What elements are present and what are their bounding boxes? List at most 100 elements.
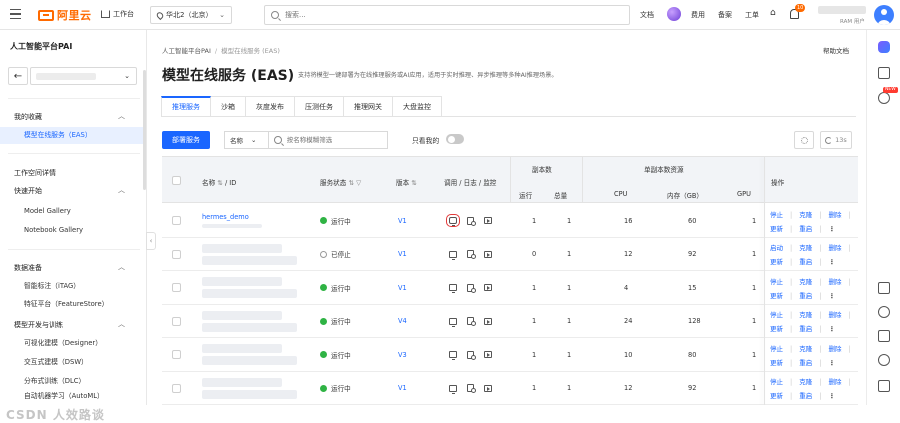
name-filter[interactable] — [268, 131, 388, 149]
document-icon[interactable] — [878, 282, 890, 294]
service-name-link[interactable] — [202, 277, 282, 286]
service-name-link[interactable] — [202, 243, 282, 253]
monitor-icon[interactable] — [484, 317, 492, 325]
gear-icon[interactable] — [878, 354, 890, 366]
invoke-icon[interactable] — [449, 351, 457, 360]
row-checkbox[interactable] — [172, 305, 181, 338]
op-stop-start[interactable]: 停止 — [770, 378, 783, 386]
billing-link[interactable]: 费用 — [691, 10, 705, 20]
op-clone[interactable]: 克隆 — [799, 211, 812, 219]
sidebar-item-eas[interactable]: 模型在线服务（EAS） — [0, 127, 146, 144]
op-clone[interactable]: 克隆 — [799, 345, 812, 353]
op-clone[interactable]: 克隆 — [799, 244, 812, 252]
refresh-button[interactable]: 13s — [820, 131, 852, 149]
op-update[interactable]: 更新 — [770, 359, 783, 367]
op-restart[interactable]: 重启 — [799, 325, 812, 333]
version-link[interactable]: V4 — [398, 317, 407, 325]
table-row[interactable]: 运行中 V1 1 1 4 15 1 停止 | 克隆 | 删除 | 更新 | 重启 | ⋮ — [162, 271, 858, 305]
image-icon[interactable] — [878, 330, 890, 342]
workbench-link[interactable]: 工作台 — [101, 9, 134, 19]
region-selector[interactable]: 华北2（北京） ⌄ — [150, 6, 232, 24]
ai-assistant-icon[interactable] — [667, 7, 681, 21]
monitor-icon[interactable] — [484, 351, 492, 358]
notes-icon[interactable] — [878, 67, 890, 79]
deploy-service-button[interactable]: 部署服务 — [162, 131, 210, 149]
support-icon[interactable] — [878, 306, 890, 318]
workspace-selector[interactable]: ⌄ — [30, 67, 137, 85]
more-icon[interactable]: ⋮ — [828, 325, 835, 333]
op-stop-start[interactable]: 停止 — [770, 278, 783, 286]
sidebar-item-dsw[interactable]: 交互式建模（DSW） — [0, 354, 146, 371]
row-checkbox[interactable] — [172, 204, 181, 237]
row-checkbox[interactable] — [172, 372, 181, 405]
sidebar-item-model-gallery[interactable]: Model Gallery — [0, 203, 146, 220]
service-name-link[interactable]: hermes_demo — [202, 213, 249, 221]
more-icon[interactable]: ⋮ — [828, 392, 835, 400]
op-restart[interactable]: 重启 — [799, 225, 812, 233]
monitor-icon[interactable] — [484, 284, 492, 291]
sidebar-item-automl[interactable]: 自动机器学习（AutoML） — [0, 388, 146, 405]
group-data-prep[interactable]: 数据准备 — [14, 263, 42, 273]
tab-sandbox[interactable]: 沙箱 — [211, 96, 246, 117]
header-status[interactable]: 服务状态 ⇅ ▽ — [320, 177, 361, 187]
table-row[interactable]: 运行中 V4 1 1 24 128 1 停止 | 克隆 | 删除 | 更新 | 重启 | ⋮ — [162, 305, 858, 338]
ticket-link[interactable]: 工单 — [745, 10, 759, 20]
invoke-icon[interactable] — [449, 284, 457, 293]
tab-stress-test[interactable]: 压测任务 — [295, 96, 344, 117]
op-update[interactable]: 更新 — [770, 225, 783, 233]
version-link[interactable]: V1 — [398, 217, 407, 225]
version-link[interactable]: V3 — [398, 351, 407, 359]
monitor-icon[interactable] — [484, 250, 492, 258]
table-row[interactable]: 运行中 V1 1 1 12 92 1 停止 | 克隆 | 删除 | 更新 | 重启 | ⋮ — [162, 372, 858, 405]
version-link[interactable]: V1 — [398, 284, 407, 292]
group-model-dev[interactable]: 模型开发与训练 — [14, 320, 63, 330]
settings-button[interactable] — [794, 131, 814, 149]
sidebar-item-notebook-gallery[interactable]: Notebook Gallery — [0, 222, 146, 239]
invoke-icon[interactable] — [449, 250, 457, 260]
chevron-up-icon[interactable]: ︿ — [118, 185, 125, 195]
table-row[interactable]: 已停止 V1 0 1 12 92 1 启动 | 克隆 | 删除 | 更新 | 重启 | ⋮ — [162, 238, 858, 271]
more-icon[interactable]: ⋮ — [828, 359, 835, 367]
op-stop-start[interactable]: 停止 — [770, 211, 783, 219]
version-link[interactable]: V1 — [398, 250, 407, 258]
op-delete[interactable]: 删除 — [828, 378, 841, 386]
user-name[interactable] — [818, 6, 866, 14]
op-stop-start[interactable]: 启动 — [770, 244, 783, 252]
version-link[interactable]: V1 — [398, 384, 407, 392]
group-favorites[interactable]: 我的收藏 — [14, 112, 42, 122]
log-icon[interactable] — [467, 216, 476, 226]
tab-inference-gateway[interactable]: 推理网关 — [344, 96, 393, 117]
row-checkbox[interactable] — [172, 238, 181, 271]
edit-icon[interactable] — [878, 380, 890, 392]
search-input[interactable] — [285, 11, 585, 19]
tab-dashboard[interactable]: 大盘监控 — [393, 96, 442, 117]
op-delete[interactable]: 删除 — [828, 244, 841, 252]
header-version[interactable]: 版本 ⇅ — [396, 177, 417, 187]
op-update[interactable]: 更新 — [770, 392, 783, 400]
op-delete[interactable]: 删除 — [828, 211, 841, 219]
op-update[interactable]: 更新 — [770, 325, 783, 333]
help-search-icon[interactable] — [878, 92, 890, 104]
log-icon[interactable] — [467, 317, 476, 326]
only-mine-toggle[interactable] — [446, 134, 464, 144]
op-restart[interactable]: 重启 — [799, 292, 812, 300]
aliyun-logo[interactable]: 阿里云 — [38, 8, 92, 22]
log-icon[interactable] — [467, 283, 476, 293]
table-row[interactable]: hermes_demo 运行中 V1 1 1 16 60 1 停止 | 克隆 | 删除 | — [162, 204, 858, 238]
breadcrumb-pai[interactable]: 人工智能平台PAI — [162, 47, 211, 55]
log-icon[interactable] — [467, 250, 476, 259]
name-filter-input[interactable] — [286, 136, 382, 144]
table-row[interactable]: 运行中 V3 1 1 10 80 1 停止 | 克隆 | 删除 | 更新 | 重启 | ⋮ — [162, 338, 858, 372]
sidebar-scrollbar[interactable] — [143, 70, 146, 190]
op-clone[interactable]: 克隆 — [799, 278, 812, 286]
op-stop-start[interactable]: 停止 — [770, 311, 783, 319]
tab-canary-release[interactable]: 灰度发布 — [246, 96, 295, 117]
row-checkbox[interactable] — [172, 338, 181, 371]
log-icon[interactable] — [467, 384, 476, 393]
monitor-icon[interactable] — [484, 217, 492, 224]
chevron-up-icon[interactable]: ︿ — [118, 262, 125, 272]
log-icon[interactable] — [467, 350, 476, 360]
op-clone[interactable]: 克隆 — [799, 378, 812, 386]
filter-field-select[interactable]: 名称 ⌄ — [224, 131, 268, 149]
help-docs-link[interactable]: 帮助文档 — [823, 45, 849, 55]
